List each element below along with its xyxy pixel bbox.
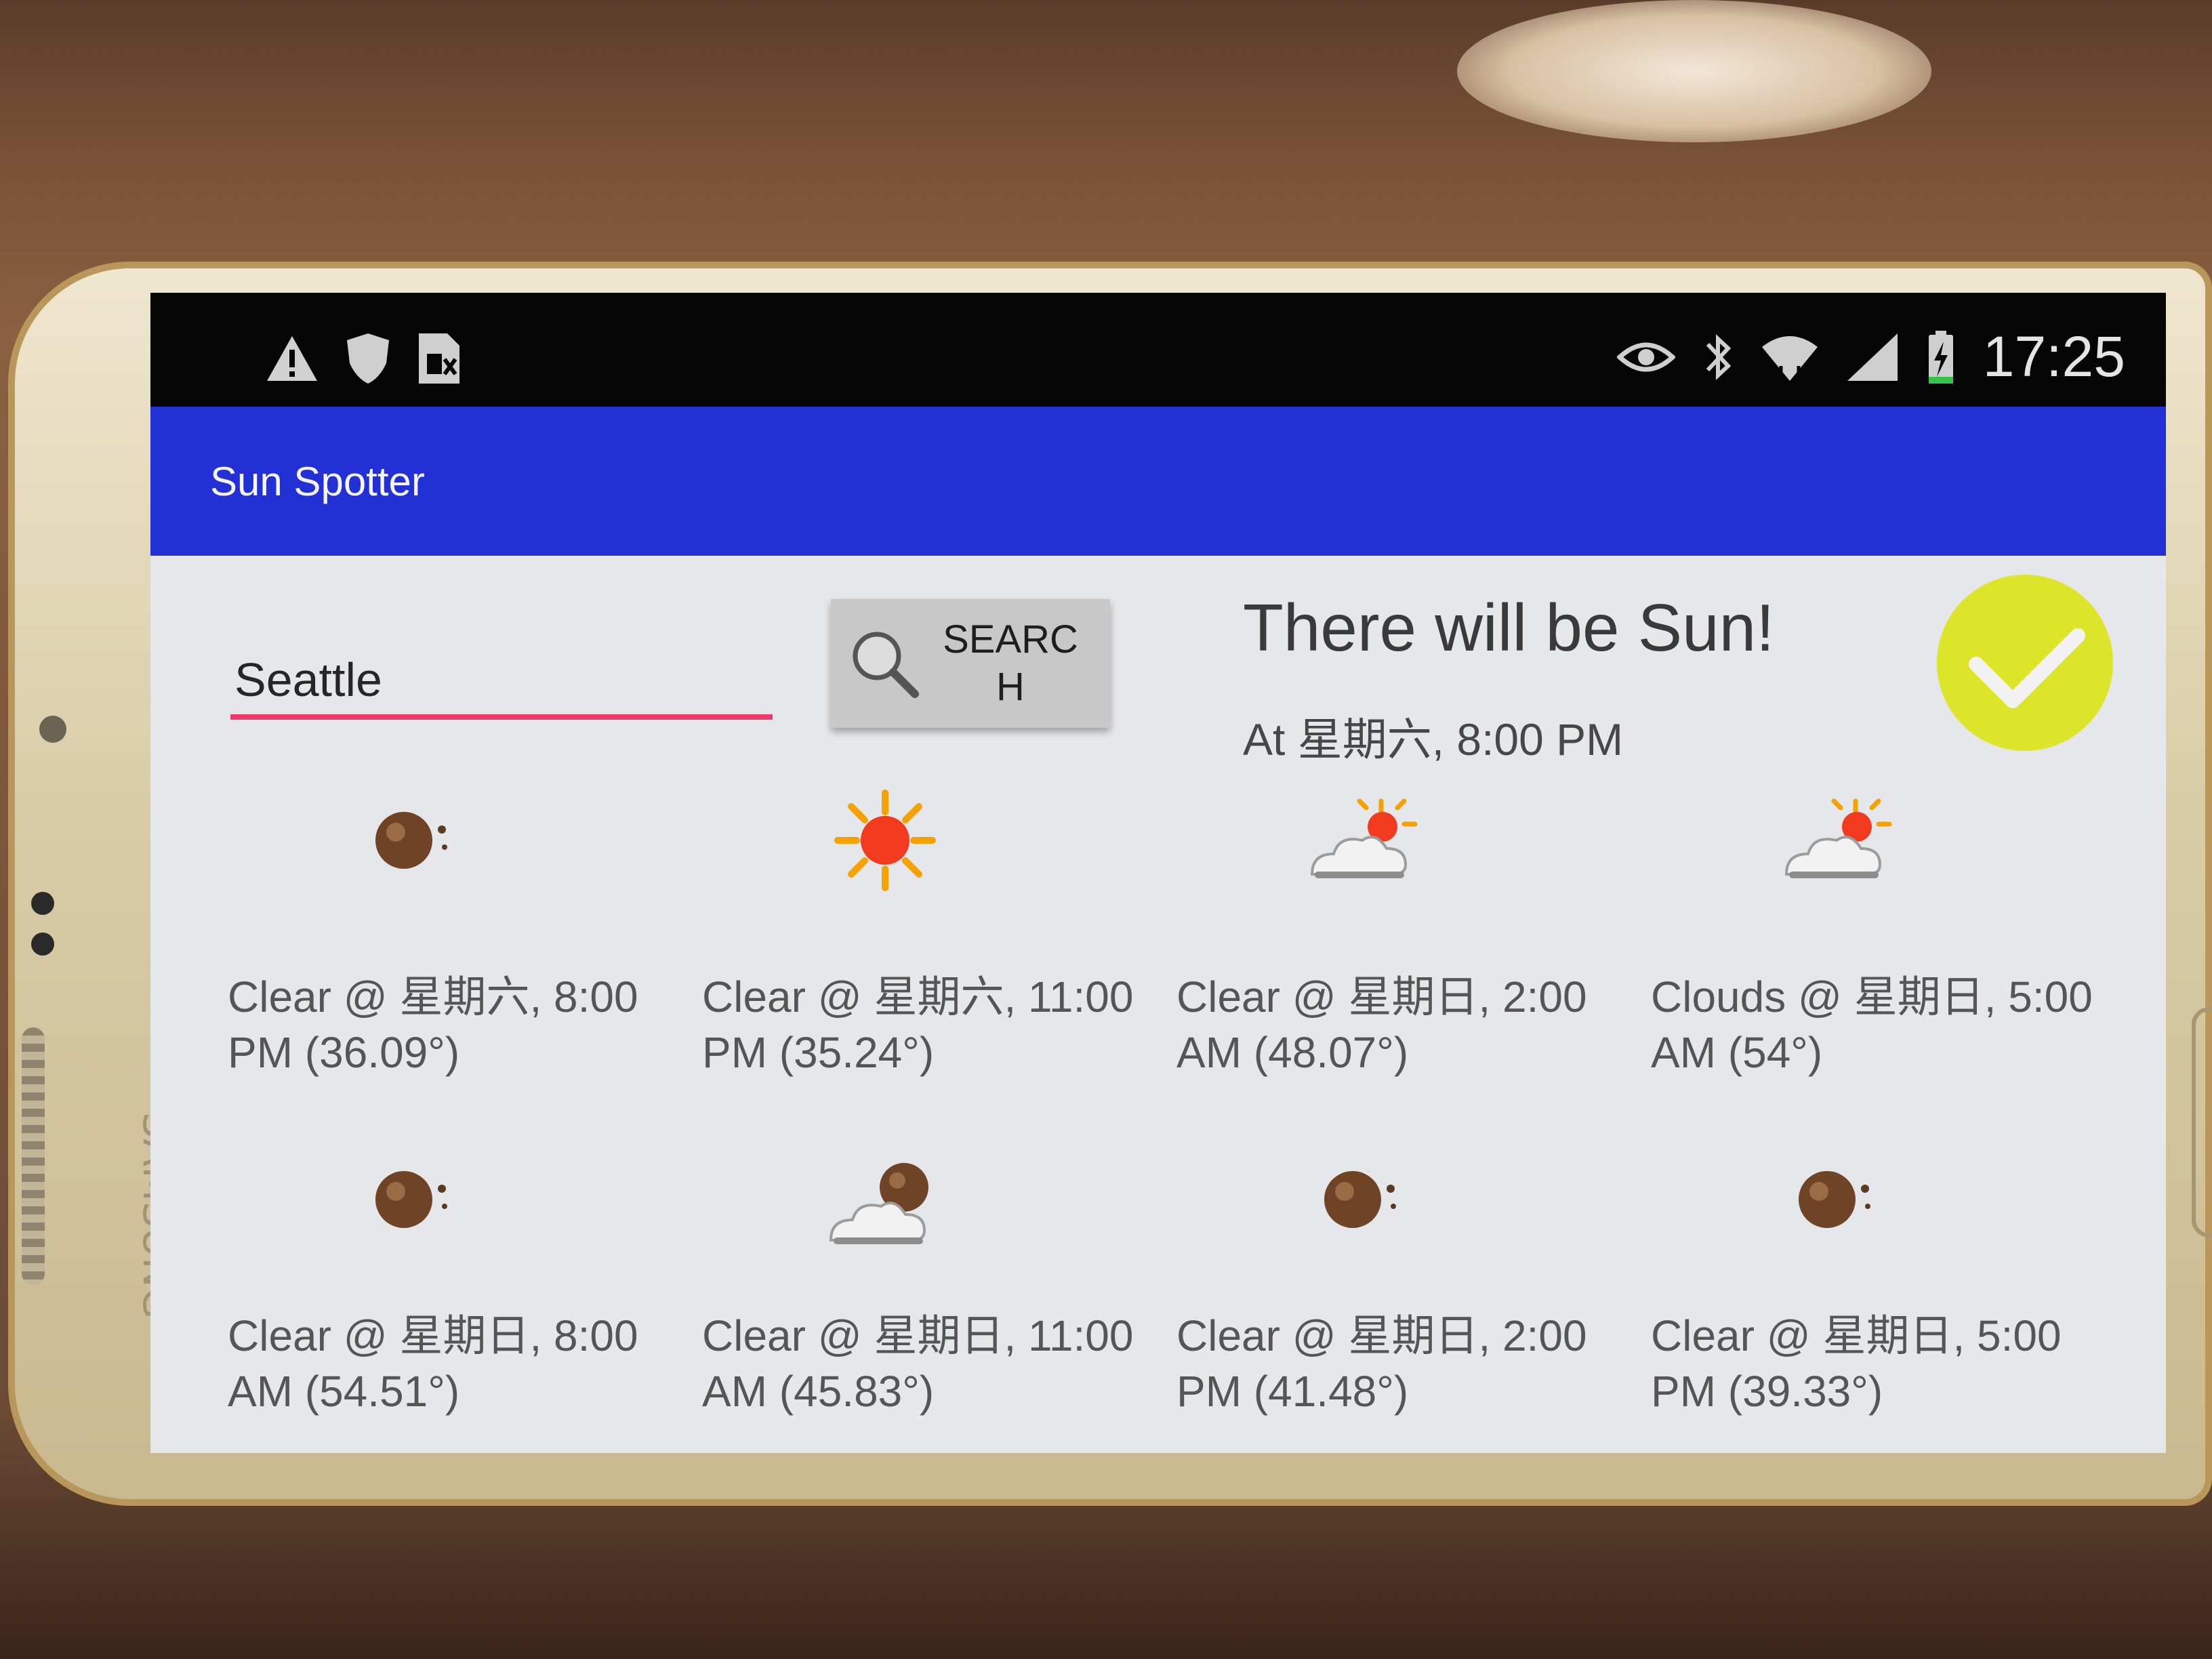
sun-verdict-badge [1937,575,2113,751]
forecast-text: Clear @ 星期日, 2:00 PM (41.48°) [1176,1311,1587,1416]
eye-icon [1616,342,1675,371]
forecast-tile[interactable]: Clear @ 星期六, 11:00 PM (35.24°) [682,773,1156,1139]
forecast-grid: Clear @ 星期六, 8:00 PM (36.09°) Clear @ 星期… [207,773,2105,1453]
forecast-text: Clear @ 星期六, 11:00 PM (35.24°) [702,972,1134,1077]
clear-night-icon [1799,1171,1870,1228]
wifi-icon [1761,335,1818,381]
forecast-tile[interactable]: Clear @ 星期日, 11:00 AM (45.83°) [682,1139,1156,1453]
app-bar: Sun Spotter [150,407,2166,556]
status-bar: 17:25 [150,293,2166,407]
forecast-text: Clear @ 星期日, 2:00 AM (48.07°) [1176,972,1587,1077]
battery-charging-icon [1928,330,1953,384]
status-clock: 17:25 [1982,325,2125,388]
background-lamp-glow [1457,0,1931,142]
search-icon [853,632,919,698]
home-key[interactable] [2192,1007,2212,1237]
forecast-tile[interactable]: Clear @ 星期日, 8:00 AM (54.51°) [207,1139,682,1453]
app-title: Sun Spotter [210,459,425,504]
forecast-tile[interactable]: Clear @ 星期日, 2:00 PM (41.48°) [1156,1139,1631,1453]
forecast-tile[interactable]: Clear @ 星期日, 5:00 PM (39.33°) [1631,1139,2105,1453]
forecast-text: Clouds @ 星期日, 5:00 AM (54°) [1651,972,2093,1077]
status-notification-icons [266,332,461,385]
forecast-text: Clear @ 星期日, 8:00 AM (54.51°) [228,1311,638,1416]
screen: 17:25 Sun Spotter SEARCH There will be S… [150,293,2166,1453]
signal-icon [1847,333,1898,381]
partly-cloudy-night-icon [829,1163,928,1244]
verdict-headline: There will be Sun! [1243,590,1775,665]
clear-night-icon [1324,1171,1396,1228]
search-button[interactable]: SEARCH [831,599,1110,728]
city-input[interactable] [230,645,773,720]
light-sensor [39,716,66,743]
checkmark-icon [1969,628,2085,708]
clear-night-icon [375,812,447,869]
shield-icon [347,333,389,384]
forecast-tile[interactable]: Clear @ 星期六, 8:00 PM (36.09°) [207,773,682,1139]
forecast-text: Clear @ 星期日, 5:00 PM (39.33°) [1651,1311,2062,1416]
status-system-icons: 17:25 [1616,324,2125,390]
forecast-tile[interactable]: Clear @ 星期日, 2:00 AM (48.07°) [1156,773,1631,1139]
forecast-text: Clear @ 星期日, 11:00 AM (45.83°) [702,1311,1134,1416]
partly-cloudy-day-icon [1310,798,1418,878]
search-button-label: SEARCH [943,617,1078,709]
front-camera [31,892,54,915]
bluetooth-icon [1706,333,1732,380]
sim-card-icon [419,333,459,384]
main-content: SEARCH There will be Sun! At 星期六, 8:00 P… [150,556,2166,1453]
verdict-time: At 星期六, 8:00 PM [1243,714,1624,764]
forecast-tile[interactable]: Clouds @ 星期日, 5:00 AM (54°) [1631,773,2105,1139]
warning-icon [267,336,317,381]
forecast-text: Clear @ 星期六, 8:00 PM (36.09°) [228,972,638,1077]
partly-cloudy-day-icon [1784,798,1892,878]
clear-night-icon [375,1171,447,1228]
sun-icon [834,790,936,891]
proximity-sensor [31,933,54,956]
